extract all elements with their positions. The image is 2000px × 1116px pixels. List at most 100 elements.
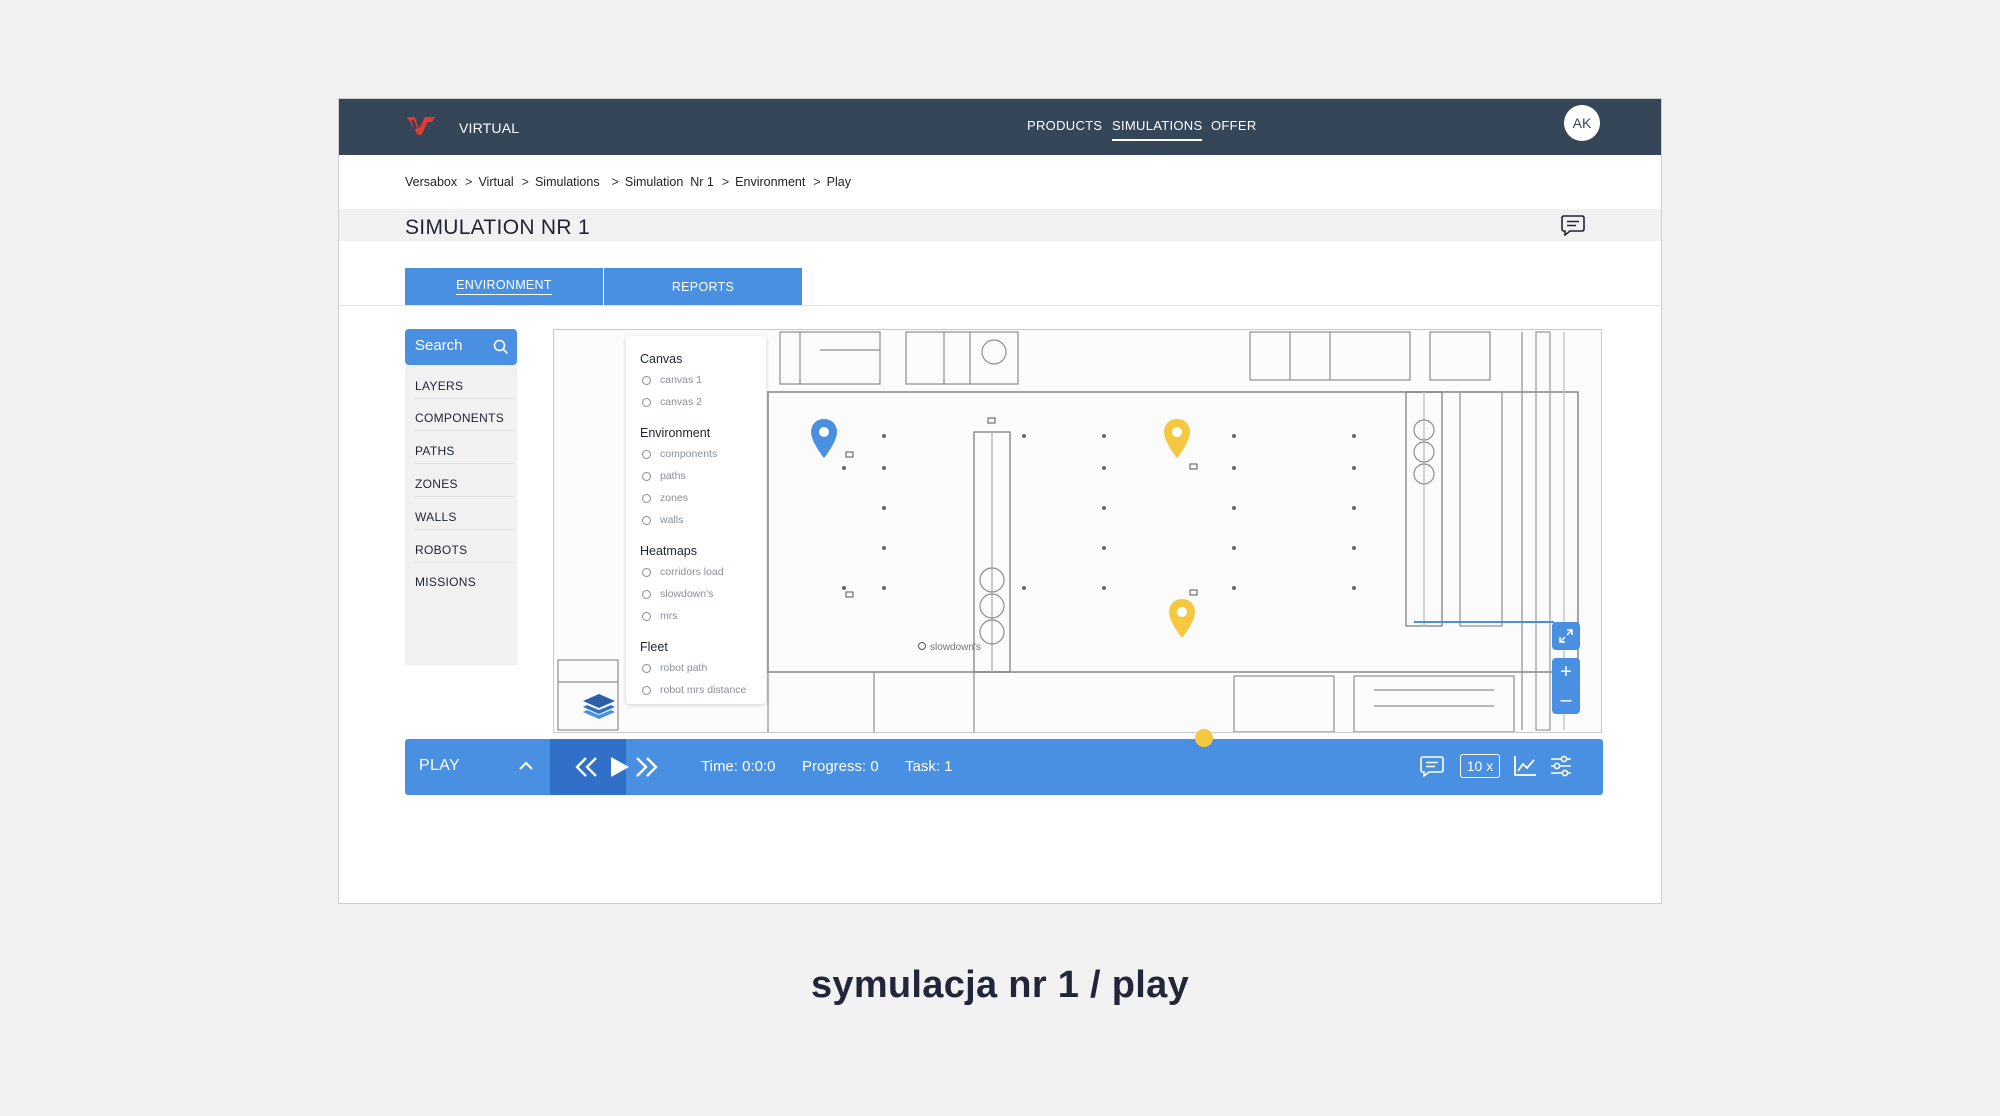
layer-option-mrs[interactable]: mrs <box>642 610 678 622</box>
progress-readout: Progress: 0 <box>802 758 879 775</box>
layer-group-heatmaps: Heatmaps <box>640 544 697 558</box>
sidebar-item-paths[interactable]: PATHS <box>415 444 513 464</box>
chevron-up-icon[interactable] <box>517 757 535 775</box>
option-label: canvas 1 <box>660 374 703 386</box>
zoom-out-icon[interactable]: – <box>1560 686 1571 714</box>
radio-icon <box>642 685 651 695</box>
chart-icon[interactable] <box>1513 755 1537 777</box>
sidebar-item-zones[interactable]: ZONES <box>415 477 513 497</box>
option-label: mrs <box>660 610 678 622</box>
layer-group-environment: Environment <box>640 426 711 440</box>
top-navbar: VIRTUAL PRODUCTS SIMULATIONS OFFER AK <box>339 99 1661 155</box>
fullscreen-button[interactable] <box>1552 622 1580 650</box>
layer-option-walls[interactable]: walls <box>642 514 683 526</box>
time-readout: Time: 0:0:0 <box>701 758 776 775</box>
sidebar-item-walls[interactable]: WALLS <box>415 510 513 530</box>
option-label: walls <box>660 514 684 526</box>
brand-logo-icon[interactable] <box>405 113 437 137</box>
expand-icon <box>1559 629 1573 643</box>
search-input[interactable]: Search <box>405 329 517 365</box>
radio-icon <box>642 449 651 459</box>
nav-simulations[interactable]: SIMULATIONS <box>1112 118 1203 141</box>
chevron-right-icon: > <box>611 175 619 189</box>
progress-slider-handle[interactable] <box>1195 729 1213 747</box>
radio-icon <box>642 567 651 577</box>
option-label: corridors load <box>660 566 724 578</box>
divider <box>339 305 1661 306</box>
user-avatar[interactable]: AK <box>1564 105 1600 141</box>
breadcrumb-virtual[interactable]: Virtual <box>478 175 513 189</box>
sidebar-item-missions[interactable]: MISSIONS <box>415 575 513 594</box>
rewind-icon[interactable] <box>574 755 600 779</box>
layers-stack-icon[interactable] <box>580 692 618 726</box>
layer-option-robot-mrs-distance[interactable]: robot mrs distance <box>642 684 746 696</box>
transport-controls <box>550 739 629 795</box>
play-icon[interactable] <box>608 756 630 778</box>
option-label: slowdown's <box>660 588 714 600</box>
map-pin-icon[interactable] <box>1162 418 1192 460</box>
map-canvas[interactable]: slowdown's Canvas canvas 1 canvas 2 Envi… <box>553 329 1602 733</box>
radio-icon <box>642 515 651 525</box>
play-label: PLAY <box>419 757 460 774</box>
breadcrumb-versabox[interactable]: Versabox <box>405 175 457 189</box>
brand-name: VIRTUAL <box>459 120 520 136</box>
radio-icon <box>642 611 651 621</box>
comment-icon[interactable] <box>1420 755 1444 777</box>
search-placeholder: Search <box>415 337 463 354</box>
layer-option-components[interactable]: components <box>642 448 717 460</box>
layer-option-canvas-1[interactable]: canvas 1 <box>642 374 702 386</box>
title-bar: SIMULATION NR 1 <box>339 209 1661 241</box>
option-label: canvas 2 <box>660 396 703 408</box>
radio-icon <box>642 589 651 599</box>
comment-icon[interactable] <box>1561 214 1585 236</box>
page-title: SIMULATION NR 1 <box>405 216 590 239</box>
playback-bar: PLAY Time: 0:0:0 Progress: 0 Task: 1 10 … <box>405 729 1603 795</box>
chevron-right-icon: > <box>465 175 473 189</box>
task-readout: Task: 1 <box>905 758 953 775</box>
layer-option-zones[interactable]: zones <box>642 492 688 504</box>
sidebar: Search LAYERS COMPONENTS PATHS ZONES WAL… <box>405 329 517 665</box>
chevron-right-icon: > <box>521 175 529 189</box>
radio-icon <box>642 375 651 385</box>
layer-group-canvas: Canvas <box>640 352 683 366</box>
radio-icon <box>642 663 651 673</box>
layer-option-paths[interactable]: paths <box>642 470 686 482</box>
slide-caption: symulacja nr 1 / play <box>810 964 1190 1006</box>
map-annotation: slowdown's <box>930 642 981 653</box>
layer-option-robot-path[interactable]: robot path <box>642 662 707 674</box>
fast-forward-icon[interactable] <box>633 755 659 779</box>
radio-icon <box>642 493 651 503</box>
sidebar-item-layers[interactable]: LAYERS <box>415 379 513 399</box>
layer-option-canvas-2[interactable]: canvas 2 <box>642 396 702 408</box>
option-label: paths <box>660 470 686 482</box>
breadcrumb-simulations[interactable]: Simulations <box>535 175 600 189</box>
option-label: zones <box>660 492 689 504</box>
sidebar-item-components[interactable]: COMPONENTS <box>415 411 513 431</box>
breadcrumb-environment[interactable]: Environment <box>735 175 805 189</box>
map-pin-icon[interactable] <box>1167 598 1197 640</box>
search-icon[interactable] <box>493 339 509 355</box>
radio-icon <box>642 471 651 481</box>
app-window: VIRTUAL PRODUCTS SIMULATIONS OFFER AK Ve… <box>338 98 1662 904</box>
map-pin-icon[interactable] <box>809 418 839 460</box>
chevron-right-icon: > <box>721 175 730 189</box>
speed-button[interactable]: 10 x <box>1460 754 1500 778</box>
layer-option-corridors-load[interactable]: corridors load <box>642 566 724 578</box>
zoom-control: + – <box>1552 658 1580 714</box>
nav-products[interactable]: PRODUCTS <box>1027 118 1102 139</box>
nav-offer[interactable]: OFFER <box>1211 118 1257 139</box>
chevron-right-icon: > <box>813 175 821 189</box>
zoom-in-icon[interactable]: + <box>1560 658 1572 686</box>
breadcrumb: Versabox > Virtual > Simulations > Simul… <box>405 175 851 189</box>
tab-environment-label: ENVIRONMENT <box>456 278 552 295</box>
settings-sliders-icon[interactable] <box>1549 755 1573 777</box>
breadcrumb-simulation[interactable]: Simulation Nr 1 <box>625 175 714 189</box>
layer-group-fleet: Fleet <box>640 640 668 654</box>
tab-reports-label: REPORTS <box>671 279 735 294</box>
layers-panel: Canvas canvas 1 canvas 2 Environment com… <box>626 336 766 704</box>
tab-environment[interactable]: ENVIRONMENT <box>405 268 603 305</box>
option-label: robot mrs distance <box>660 684 747 696</box>
layer-option-slowdowns[interactable]: slowdown's <box>642 588 713 600</box>
tab-reports[interactable]: REPORTS <box>604 268 802 305</box>
sidebar-item-robots[interactable]: ROBOTS <box>415 543 513 563</box>
